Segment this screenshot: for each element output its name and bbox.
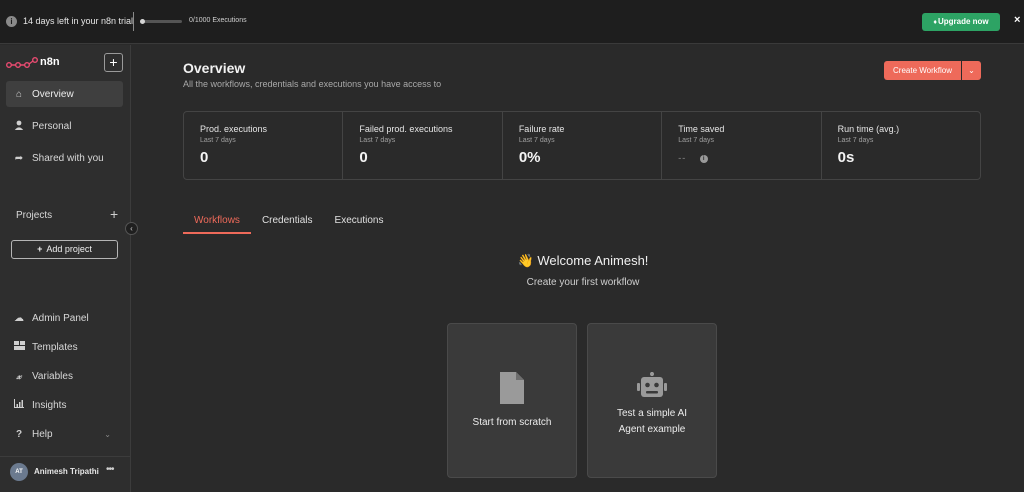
page-title: Overview — [183, 60, 246, 76]
stat-prod-executions[interactable]: Prod. executions Last 7 days 0 — [184, 112, 344, 179]
insights-summary: Prod. executions Last 7 days 0 Failed pr… — [183, 111, 981, 180]
stat-value: -- — [678, 153, 687, 163]
stat-period: Last 7 days — [837, 137, 874, 144]
chevron-down-icon[interactable]: ⌄ — [962, 61, 981, 80]
stat-label: Failure rate — [518, 124, 565, 134]
sidebar-item-label: Shared with you — [32, 152, 104, 164]
share-icon: ➦ — [14, 152, 24, 164]
variables-icon: 𝓍 — [16, 370, 22, 382]
sidebar-item-label: Help — [32, 428, 53, 440]
ai-agent-example-card[interactable]: Test a simple AI Agent example — [587, 323, 717, 478]
stat-label: Failed prod. executions — [359, 124, 453, 134]
page-subtitle: All the workflows, credentials and execu… — [183, 79, 442, 89]
executions-progress-bar — [140, 19, 182, 24]
stat-time-saved[interactable]: Time saved Last 7 days -- i — [662, 112, 822, 179]
sidebar-item-personal[interactable]: Personal — [6, 113, 123, 139]
welcome-subtitle: Create your first workflow — [526, 277, 640, 288]
stat-label: Run time (avg.) — [837, 124, 900, 134]
add-project-icon[interactable]: + — [110, 206, 118, 222]
info-icon: i — [6, 16, 17, 27]
add-project-label: Add project — [46, 244, 92, 254]
stat-run-time[interactable]: Run time (avg.) Last 7 days 0s — [822, 112, 980, 179]
insights-icon — [13, 399, 25, 411]
trial-days-text: 14 days left in your n8n trial — [23, 16, 134, 26]
sidebar-item-help[interactable]: ? Help ⌄ — [6, 424, 123, 444]
tab-executions[interactable]: Executions — [324, 215, 395, 234]
gem-icon: ♦ — [933, 19, 937, 26]
sidebar-item-insights[interactable]: Insights — [6, 395, 123, 415]
executions-count: 0/1000 Executions — [189, 17, 247, 24]
create-workflow-button[interactable]: Create Workflow — [884, 61, 961, 80]
start-from-scratch-card[interactable]: Start from scratch — [447, 323, 577, 478]
stat-failure-rate[interactable]: Failure rate Last 7 days 0% — [503, 112, 663, 179]
projects-heading: Projects — [16, 210, 53, 221]
stat-value: 0s — [837, 149, 855, 166]
sidebar-item-label: Insights — [32, 399, 67, 411]
avatar: AT — [10, 463, 28, 481]
brand-name: n8n — [40, 56, 60, 68]
stat-value: 0% — [518, 149, 541, 166]
stat-period: Last 7 days — [518, 137, 555, 144]
welcome-heading: 👋 Welcome Animesh! — [470, 253, 696, 269]
sidebar: n8n + ⌂ Overview Personal ➦ Shared with … — [0, 45, 131, 492]
stat-value: 0 — [200, 149, 209, 166]
file-icon — [500, 372, 524, 409]
add-project-button[interactable]: + Add project — [11, 240, 118, 259]
stat-label: Prod. executions — [200, 124, 268, 134]
sidebar-item-label: Overview — [32, 88, 74, 100]
user-icon — [13, 120, 25, 133]
sidebar-item-label: Variables — [32, 370, 73, 382]
tab-workflows[interactable]: Workflows — [183, 215, 251, 234]
stat-failed-executions[interactable]: Failed prod. executions Last 7 days 0 — [343, 112, 503, 179]
sidebar-item-overview[interactable]: ⌂ Overview — [6, 81, 123, 107]
home-icon: ⌂ — [15, 88, 23, 100]
sidebar-item-admin-panel[interactable]: ☁ Admin Panel — [6, 308, 123, 328]
create-new-button[interactable]: + — [104, 53, 123, 72]
wave-icon: 👋 — [517, 253, 534, 268]
tab-credentials[interactable]: Credentials — [251, 215, 324, 234]
help-icon: ? — [15, 428, 23, 440]
templates-icon — [13, 341, 25, 353]
sidebar-item-shared[interactable]: ➦ Shared with you — [6, 145, 123, 171]
chevron-down-icon: ⌄ — [104, 429, 111, 439]
sidebar-item-label: Templates — [32, 341, 78, 353]
upgrade-label: Upgrade now — [937, 17, 989, 26]
more-options-icon[interactable]: ••• — [106, 464, 114, 475]
close-icon[interactable]: × — [1014, 14, 1020, 26]
stat-period: Last 7 days — [678, 137, 715, 144]
card-label-line-2: Agent example — [618, 424, 686, 435]
cloud-icon: ☁ — [14, 312, 24, 324]
robot-icon — [637, 372, 667, 403]
divider — [133, 12, 134, 31]
n8n-logo-icon[interactable] — [6, 56, 38, 70]
sidebar-item-variables[interactable]: 𝓍 Variables — [6, 366, 123, 386]
stat-period: Last 7 days — [200, 137, 236, 144]
stat-value: 0 — [359, 149, 368, 166]
sidebar-item-templates[interactable]: Templates — [6, 337, 123, 357]
stat-period: Last 7 days — [359, 137, 396, 144]
info-icon[interactable]: i — [700, 154, 709, 163]
collapse-sidebar-icon[interactable]: ‹ — [125, 222, 138, 235]
progress-indicator — [140, 19, 145, 24]
user-profile[interactable]: AT Animesh Tripathi ••• — [0, 456, 131, 492]
upgrade-button[interactable]: ♦Upgrade now — [922, 13, 1000, 31]
welcome-text: Welcome Animesh! — [537, 253, 649, 268]
sidebar-item-label: Admin Panel — [32, 312, 89, 324]
tab-bar: Workflows Credentials Executions — [183, 215, 394, 234]
user-name: Animesh Tripathi — [34, 467, 99, 476]
stat-value-wrapper: -- i — [678, 153, 820, 163]
plus-icon: + — [37, 244, 43, 254]
sidebar-item-label: Personal — [32, 120, 72, 132]
card-label: Start from scratch — [472, 417, 552, 428]
card-label-line-1: Test a simple AI — [616, 408, 688, 419]
stat-label: Time saved — [678, 124, 725, 134]
trial-banner: i 14 days left in your n8n trial 0/1000 … — [0, 0, 1024, 44]
